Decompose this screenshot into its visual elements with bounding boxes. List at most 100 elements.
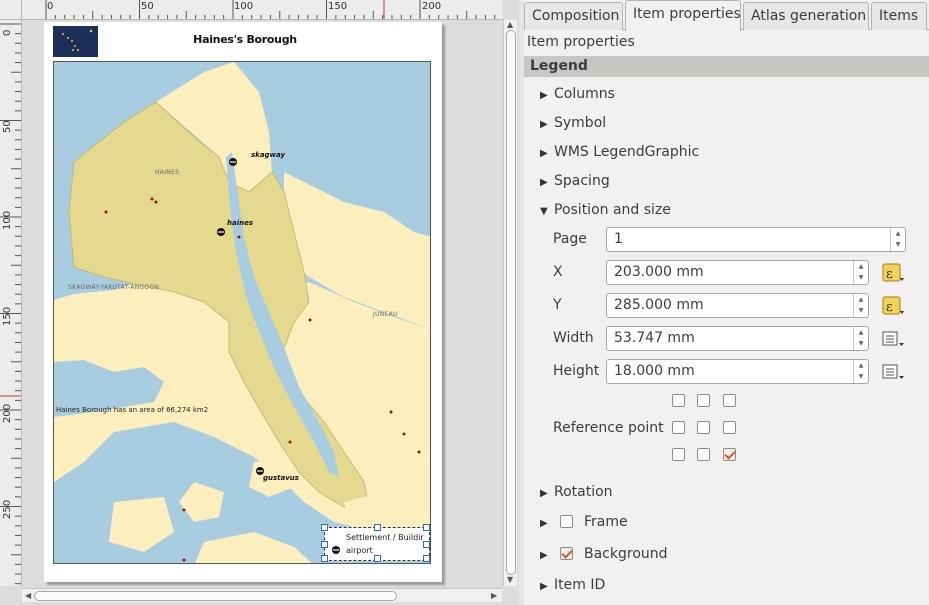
ruler-label: 100 <box>234 1 254 12</box>
data-defined-override-active-icon[interactable]: ε <box>881 263 905 283</box>
resize-handle[interactable] <box>321 541 328 548</box>
region-label-juneau: JUNEAU <box>373 311 398 318</box>
ruler-label: 200 <box>422 1 442 12</box>
expand-arrow-icon[interactable]: ▶ <box>540 90 554 101</box>
reference-point-bottom-left[interactable] <box>672 448 685 461</box>
data-defined-override-active-icon[interactable]: ε <box>881 296 905 316</box>
reference-point-middle-center[interactable] <box>697 421 710 434</box>
expand-arrow-icon[interactable]: ▶ <box>540 177 554 188</box>
ruler-corner <box>0 0 22 20</box>
group-item-id[interactable]: ▶ Item ID <box>540 577 605 593</box>
width-field[interactable]: 53.747 mm ▲ ▼ <box>606 326 869 351</box>
width-value: 53.747 mm <box>614 330 695 346</box>
group-spacing[interactable]: ▶ Spacing <box>540 173 610 189</box>
vertical-scroll-thumb[interactable] <box>506 30 516 575</box>
reference-point-top-left[interactable] <box>672 394 685 407</box>
vertical-scrollbar[interactable]: ▲ ▼ <box>503 20 517 586</box>
logo-image[interactable] <box>53 26 98 57</box>
airport-icon <box>229 158 237 166</box>
expand-arrow-icon[interactable]: ▶ <box>540 550 554 561</box>
resize-handle[interactable] <box>423 524 430 531</box>
expand-arrow-icon[interactable]: ▶ <box>540 119 554 130</box>
group-label: WMS LegendGraphic <box>554 144 700 160</box>
group-columns[interactable]: ▶ Columns <box>540 86 615 102</box>
ruler-label: 0 <box>2 29 13 36</box>
x-value: 203.000 mm <box>614 264 704 280</box>
group-background[interactable]: ▶ <box>540 546 554 562</box>
reference-point-bottom-center[interactable] <box>697 448 710 461</box>
height-field[interactable]: 18.000 mm ▲ ▼ <box>606 359 869 384</box>
group-symbol[interactable]: ▶ Symbol <box>540 115 606 131</box>
map-title[interactable]: Haines's Borough <box>150 33 340 46</box>
composer-canvas[interactable]: 0 50 100 150 200 0 50 100 150 200 250 Ha… <box>0 0 519 605</box>
spin-arrows-icon[interactable]: ▲ ▼ <box>890 228 905 251</box>
horizontal-scrollbar[interactable]: ◀ ▶ <box>22 588 502 602</box>
background-label: Background <box>584 546 668 562</box>
collapse-arrow-icon[interactable]: ▼ <box>540 206 554 217</box>
reference-point-top-right[interactable] <box>723 394 736 407</box>
area-note-label[interactable]: Haines Borough has an area of 66,274 km2 <box>56 406 208 414</box>
ruler-label: 150 <box>328 1 348 12</box>
page-value: 1 <box>614 231 623 247</box>
group-position-and-size[interactable]: ▼ Position and size <box>540 202 671 218</box>
svg-text:ε: ε <box>886 267 893 282</box>
resize-handle[interactable] <box>321 555 328 562</box>
data-defined-override-icon[interactable] <box>881 329 905 349</box>
properties-panel: Composition Item properties Atlas genera… <box>524 0 929 605</box>
tab-composition[interactable]: Composition <box>524 2 623 30</box>
group-rotation[interactable]: ▶ Rotation <box>540 484 613 500</box>
resize-handle[interactable] <box>423 541 430 548</box>
tab-item-properties[interactable]: Item properties <box>625 0 741 31</box>
resize-handle[interactable] <box>321 524 328 531</box>
spin-arrows-icon[interactable]: ▲ ▼ <box>853 261 868 284</box>
town-label-haines: haines <box>227 219 254 227</box>
page-spinbox[interactable]: 1 ▲ ▼ <box>606 227 906 252</box>
expand-arrow-icon[interactable]: ▶ <box>540 581 554 592</box>
scroll-left-arrow-icon[interactable]: ◀ <box>25 591 31 600</box>
resize-handle[interactable] <box>374 524 381 531</box>
reference-point-bottom-right[interactable] <box>723 448 736 461</box>
expand-arrow-icon[interactable]: ▶ <box>540 148 554 159</box>
scroll-down-arrow-icon[interactable]: ▼ <box>507 575 513 584</box>
expand-arrow-icon[interactable]: ▶ <box>540 518 554 529</box>
spin-arrows-icon[interactable]: ▲ ▼ <box>853 360 868 383</box>
horizontal-ruler[interactable]: 0 50 100 150 200 <box>22 0 503 20</box>
airport-icon <box>217 228 225 236</box>
legend-entry-settlement: Settlement / Buildir <box>346 533 424 542</box>
ruler-label: 200 <box>2 403 13 423</box>
group-label: Columns <box>554 86 615 102</box>
legend-item[interactable]: Settlement / Buildir airport <box>321 524 430 562</box>
page-label: Page <box>553 231 587 247</box>
reference-point-top-center[interactable] <box>697 394 710 407</box>
reference-point-middle-left[interactable] <box>672 421 685 434</box>
data-defined-override-icon[interactable] <box>881 362 905 382</box>
scroll-up-arrow-icon[interactable]: ▲ <box>507 20 513 29</box>
background-checkbox[interactable] <box>560 547 573 560</box>
frame-checkbox[interactable] <box>560 515 573 528</box>
width-label: Width <box>553 330 594 346</box>
reference-point-label: Reference point <box>553 420 664 436</box>
expand-arrow-icon[interactable]: ▶ <box>540 488 554 499</box>
ruler-label: 50 <box>141 1 154 12</box>
spin-arrows-icon[interactable]: ▲ ▼ <box>853 294 868 317</box>
group-label: Rotation <box>554 484 613 500</box>
resize-handle[interactable] <box>374 555 381 562</box>
panel-heading: Item properties <box>527 34 635 50</box>
group-frame[interactable]: ▶ <box>540 514 554 530</box>
group-wms-legendgraphic[interactable]: ▶ WMS LegendGraphic <box>540 144 699 160</box>
group-label: Position and size <box>554 202 671 218</box>
group-label: Symbol <box>554 115 607 131</box>
group-label: Spacing <box>554 173 610 189</box>
group-label: Item ID <box>554 577 606 593</box>
resize-handle[interactable] <box>423 555 430 562</box>
x-position-field[interactable]: 203.000 mm ▲ ▼ <box>606 260 869 285</box>
tab-items[interactable]: Items <box>871 2 927 30</box>
x-label: X <box>553 264 563 280</box>
horizontal-scroll-thumb[interactable] <box>34 591 397 601</box>
spin-arrows-icon[interactable]: ▲ ▼ <box>853 327 868 350</box>
vertical-ruler[interactable]: 0 50 100 150 200 250 <box>0 20 22 586</box>
reference-point-middle-right[interactable] <box>723 421 736 434</box>
y-position-field[interactable]: 285.000 mm ▲ ▼ <box>606 293 869 318</box>
tab-atlas-generation[interactable]: Atlas generation <box>743 2 869 30</box>
scroll-right-arrow-icon[interactable]: ▶ <box>491 591 497 600</box>
